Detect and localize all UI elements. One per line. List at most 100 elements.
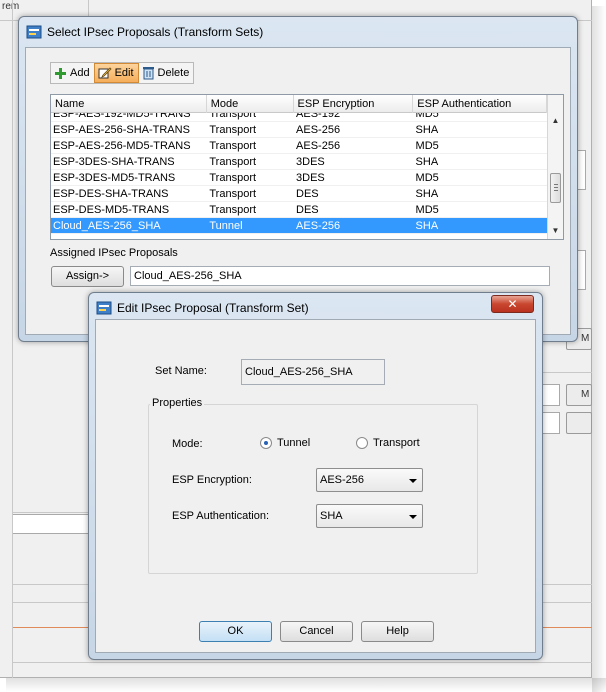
cell-mode: Transport [209,113,257,120]
assign-button[interactable]: Assign-> [51,266,124,287]
cancel-button[interactable]: Cancel [280,621,353,642]
bg-field [540,412,560,434]
assigned-proposals-label: Assigned IPsec Proposals [50,247,178,259]
app-icon [26,25,42,39]
cell-mode: Tunnel [209,220,243,232]
close-button[interactable]: ✕ [491,295,534,313]
cell-name: ESP-AES-192-MD5-TRANS [53,113,191,120]
plus-icon [55,67,66,79]
table-row[interactable]: ESP-AES-256-MD5-TRANS Transport AES-256 … [51,138,547,154]
cell-mode: Transport [209,156,257,168]
close-icon: ✕ [507,297,518,311]
table-row[interactable]: ESP-3DES-SHA-TRANS Transport 3DES SHA [51,154,547,170]
table-row[interactable]: ESP-DES-SHA-TRANS Transport DES SHA [51,186,547,202]
encryption-dropdown[interactable]: AES-256 [316,468,423,492]
radio-unselected-icon [356,437,368,449]
cell-authentication: MD5 [415,172,439,184]
window-title: Edit IPsec Proposal (Transform Set) [117,301,309,315]
table-row[interactable]: ESP-DES-MD5-TRANS Transport DES MD5 [51,202,547,218]
window-title: Select IPsec Proposals (Transform Sets) [47,25,264,39]
cell-mode: Transport [209,204,257,216]
authentication-label: ESP Authentication: [172,510,270,522]
column-header-mode[interactable]: Mode [207,95,294,113]
table-row[interactable]: ESP-AES-192-MD5-TRANS Transport AES-192 … [51,113,547,122]
bg-button-label: M [581,333,590,344]
set-name-field[interactable]: Cloud_AES-256_SHA [241,359,385,385]
add-button[interactable]: Add [51,63,94,83]
scroll-thumb[interactable] [550,173,561,203]
bg-button: M [566,384,592,406]
column-header-authentication[interactable]: ESP Authentication [413,95,548,113]
assigned-proposals-field[interactable]: Cloud_AES-256_SHA [130,266,550,286]
dialog-client-area: Set Name: Cloud_AES-256_SHA Properties M… [95,319,536,653]
cell-mode: Transport [209,124,257,136]
column-header-encryption[interactable]: ESP Encryption [294,95,414,113]
authentication-value: SHA [320,510,343,522]
cell-mode: Transport [209,188,257,200]
table-body: ESP-AES-192-MD5-TRANS Transport AES-192 … [51,113,547,239]
title-bar[interactable]: Select IPsec Proposals (Transform Sets) [19,17,577,47]
cell-authentication: SHA [415,188,439,200]
mode-transport-radio[interactable]: Transport [356,437,420,449]
scroll-down-arrow-icon[interactable]: ▼ [548,223,563,239]
column-header-name[interactable]: Name [51,95,207,113]
delete-label: Delete [157,67,190,79]
delete-button[interactable]: Delete [139,63,194,83]
cell-authentication: MD5 [415,113,439,120]
table-row[interactable]: ESP-3DES-MD5-TRANS Transport 3DES MD5 [51,170,547,186]
app-icon [96,301,112,315]
cell-name: ESP-3DES-SHA-TRANS [53,156,175,168]
mode-label: Mode: [172,438,203,450]
cell-name: ESP-DES-MD5-TRANS [53,204,170,216]
add-label: Add [70,67,90,79]
encryption-label: ESP Encryption: [172,474,252,486]
mode-tunnel-radio[interactable]: Tunnel [260,437,310,449]
toolbar: Add Edit Delete [50,62,195,84]
bg-fragment-text: rem [2,1,20,12]
cell-mode: Transport [209,140,257,152]
trash-icon [142,67,154,80]
cell-mode: Transport [209,172,257,184]
set-name-label: Set Name: [155,365,207,377]
encryption-value: AES-256 [320,474,365,486]
grip-line [554,187,558,188]
cell-encryption: AES-256 [296,124,341,136]
proposals-table: Name Mode ESP Encryption ESP Authenticat… [50,94,564,240]
bg-field [540,384,560,406]
cell-encryption: AES-192 [296,113,341,120]
bg-divider [12,512,92,513]
cell-authentication: SHA [415,156,439,168]
bg-divider [540,372,592,373]
tunnel-option-label: Tunnel [277,437,311,449]
vertical-scrollbar[interactable]: ▲ ▼ [547,95,563,239]
table-row[interactable]: ESP-AES-256-SHA-TRANS Transport AES-256 … [51,122,547,138]
window-shadow [592,6,606,692]
chevron-down-icon [409,515,417,519]
bg-button-label: M [581,389,590,400]
cell-encryption: AES-256 [296,140,341,152]
cell-authentication: SHA [415,124,439,136]
cell-authentication: MD5 [415,140,439,152]
cell-encryption: DES [296,188,319,200]
authentication-dropdown[interactable]: SHA [316,504,423,528]
cell-encryption: DES [296,204,319,216]
help-button[interactable]: Help [361,621,434,642]
properties-label: Properties [150,397,205,409]
chevron-down-icon [409,479,417,483]
bg-button [566,412,592,434]
cell-name: ESP-DES-SHA-TRANS [53,188,169,200]
bg-divider [12,0,13,678]
cell-name: ESP-3DES-MD5-TRANS [53,172,176,184]
table-row-selected[interactable]: Cloud_AES-256_SHA Tunnel AES-256 SHA [51,218,547,234]
table-rows: ESP-AES-192-MD5-TRANS Transport AES-192 … [51,113,547,234]
cell-encryption: 3DES [296,156,325,168]
transport-option-label: Transport [373,437,420,449]
cell-name: Cloud_AES-256_SHA [53,220,161,232]
edit-button[interactable]: Edit [93,63,139,83]
scroll-up-arrow-icon[interactable]: ▲ [548,113,563,129]
cell-encryption: AES-256 [296,220,341,232]
ok-button[interactable]: OK [199,621,272,642]
properties-group [148,404,478,574]
grip-line [554,190,558,191]
edit-label: Edit [114,67,134,79]
